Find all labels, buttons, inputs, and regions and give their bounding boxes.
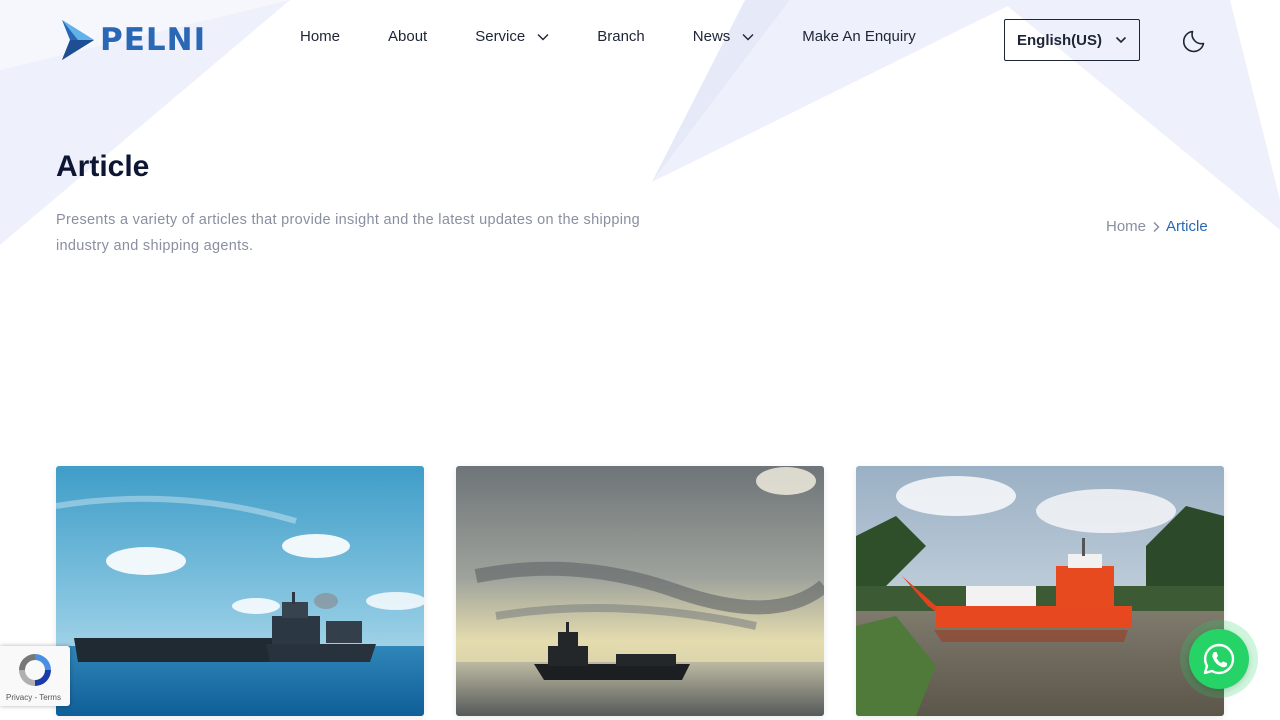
language-select[interactable]: English(US): [1004, 19, 1140, 61]
main-nav: Home About Service Branch News Make An E…: [300, 28, 964, 45]
page: PELNI Home About Service Branch News Mak…: [0, 0, 1280, 720]
article-image: [456, 466, 824, 716]
breadcrumb: Home Article: [1106, 218, 1208, 235]
article-image: [56, 466, 424, 716]
breadcrumb-home-link[interactable]: Home: [1106, 218, 1146, 235]
breadcrumb-current: Article: [1166, 218, 1208, 235]
nav-item-label: Branch: [597, 28, 645, 45]
page-title: Article: [56, 150, 150, 183]
article-card[interactable]: [856, 466, 1224, 716]
recaptcha-links[interactable]: Privacy - Terms: [6, 693, 61, 702]
language-selected-value: English(US): [1017, 31, 1102, 49]
whatsapp-button[interactable]: [1180, 620, 1258, 698]
whatsapp-icon: [1203, 643, 1235, 675]
article-card[interactable]: [56, 466, 424, 716]
chevron-down-icon: [1115, 33, 1127, 50]
brand-name: PELNI: [100, 22, 207, 58]
brand-logo[interactable]: PELNI: [60, 16, 206, 64]
nav-item-news[interactable]: News: [693, 28, 755, 45]
nav-item-service[interactable]: Service: [475, 28, 549, 45]
nav-item-home[interactable]: Home: [300, 28, 340, 45]
chevron-right-icon: [1152, 221, 1160, 233]
recaptcha-icon: [19, 654, 51, 686]
nav-item-label: About: [388, 28, 428, 45]
article-image: [856, 466, 1224, 716]
nav-item-label: News: [692, 28, 731, 45]
nav-item-label: Service: [475, 28, 526, 45]
nav-item-label: Make An Enquiry: [802, 28, 916, 45]
article-card[interactable]: [456, 466, 824, 716]
page-description: Presents a variety of articles that prov…: [56, 212, 640, 254]
whatsapp-button-inner: [1189, 629, 1249, 689]
nav-item-make-an-enquiry[interactable]: Make An Enquiry: [802, 28, 915, 45]
nav-item-label: Home: [300, 28, 341, 45]
moon-icon[interactable]: [1182, 27, 1209, 58]
chevron-down-icon: [537, 33, 549, 41]
nav-item-branch[interactable]: Branch: [597, 28, 645, 45]
chevron-down-icon: [742, 33, 754, 41]
pelni-logo-icon: [62, 20, 94, 60]
nav-item-about[interactable]: About: [388, 28, 427, 45]
recaptcha-badge[interactable]: Privacy - Terms: [0, 646, 70, 706]
site-header: PELNI Home About Service Branch News Mak…: [0, 0, 1280, 80]
